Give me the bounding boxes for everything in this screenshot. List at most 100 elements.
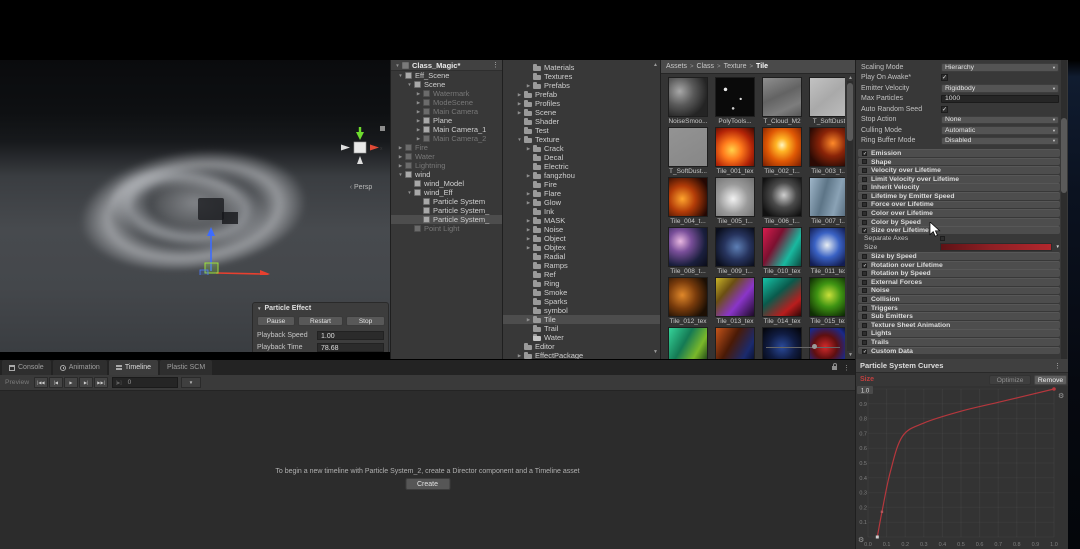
expand-arrow-icon[interactable]: ▶	[525, 198, 532, 207]
breadcrumb-item-tile[interactable]: Tile	[756, 63, 768, 70]
next-frame-button[interactable]: ▶|	[79, 377, 93, 388]
module-rotation-over-lifetime[interactable]: ✓Rotation over Lifetime	[858, 261, 1060, 269]
asset-tile-tile-008-t[interactable]: Tile_008_t...	[666, 227, 710, 275]
hierarchy-item-point-light[interactable]: Point Light	[391, 224, 502, 233]
module-checkbox[interactable]	[862, 220, 867, 225]
hierarchy-item-wind[interactable]: ▼wind	[391, 170, 502, 179]
project-folder-objtex[interactable]: ▶Objtex	[503, 243, 660, 252]
module-checkbox[interactable]	[862, 185, 867, 190]
hierarchy-item-plane[interactable]: ▶Plane	[391, 116, 502, 125]
expand-arrow-icon[interactable]: ▶	[415, 98, 422, 107]
pause-button[interactable]: Pause	[257, 316, 295, 326]
expand-arrow-icon[interactable]: ▼	[516, 135, 523, 144]
asset-tile-tile-014-tex[interactable]: Tile_014_tex	[760, 277, 804, 325]
tab-animation[interactable]: Animation	[53, 360, 107, 375]
project-folder-noise[interactable]: ▶Noise	[503, 225, 660, 234]
tab-plastic-scm[interactable]: Plastic SCM	[160, 360, 212, 375]
pfx-field-playback-time[interactable]: 78.68	[317, 343, 384, 352]
hierarchy-scene-header[interactable]: ▼ Class_Magic* ⋮	[391, 60, 502, 71]
module-rotation-by-speed[interactable]: Rotation by Speed	[858, 269, 1060, 277]
expand-arrow-icon[interactable]: ▶	[397, 161, 404, 170]
project-folder-glow[interactable]: ▶Glow	[503, 198, 660, 207]
asset-tile[interactable]	[666, 327, 710, 359]
curve-key[interactable]	[881, 511, 883, 513]
module-checkbox[interactable]	[862, 202, 867, 207]
hierarchy-item-wind-model[interactable]: wind_Model	[391, 179, 502, 188]
expand-arrow-icon[interactable]: ▶	[525, 171, 532, 180]
asset-tile-tile-009-t[interactable]: Tile_009_t...	[713, 227, 757, 275]
panel-lock-icon[interactable]	[832, 366, 837, 370]
project-folder-smoke[interactable]: Smoke	[503, 288, 660, 297]
asset-tile-tile-001-tex[interactable]: Tile_001_tex	[713, 127, 757, 175]
property-dropdown-stop-action[interactable]: None▼	[941, 116, 1059, 125]
module-texture-sheet-animation[interactable]: Texture Sheet Animation	[858, 321, 1060, 329]
property-checkbox-play-on-awake[interactable]: ✓	[941, 74, 948, 81]
module-checkbox[interactable]	[862, 314, 867, 319]
property-checkbox-auto-random-seed[interactable]: ✓	[941, 106, 948, 113]
persp-mode-label[interactable]: ‹ Persp	[334, 176, 388, 194]
expand-arrow-icon[interactable]: ▶	[525, 315, 532, 324]
project-folder-fire[interactable]: Fire	[503, 180, 660, 189]
hierarchy-item-particle-system[interactable]: Particle System_	[391, 206, 502, 215]
project-folder-textures[interactable]: Textures	[503, 72, 660, 81]
expand-arrow-icon[interactable]: ▼	[406, 188, 413, 197]
stop-button[interactable]: Stop	[346, 316, 385, 326]
module-velocity-over-lifetime[interactable]: Velocity over Lifetime	[858, 166, 1060, 174]
slider-knob[interactable]	[812, 344, 817, 349]
frame-counter-field[interactable]: [▶] 0	[112, 377, 178, 388]
asset-tile-tile-005-t[interactable]: Tile_005_t...	[713, 177, 757, 225]
module-checkbox[interactable]	[862, 306, 867, 311]
create-button[interactable]: Create	[405, 478, 450, 490]
asset-tile-tile-010-tex[interactable]: Tile_010_tex	[760, 227, 804, 275]
module-checkbox[interactable]	[862, 159, 867, 164]
asset-tile-tile-011-tex[interactable]: Tile_011_tex	[807, 227, 845, 275]
project-folder-effectpackage[interactable]: ▶EffectPackage	[503, 351, 660, 359]
curve-key-start[interactable]	[876, 536, 879, 539]
scroll-up-icon[interactable]: ▲	[653, 62, 658, 68]
expand-arrow-icon[interactable]: ▶	[525, 144, 532, 153]
project-folder-ramps[interactable]: Ramps	[503, 261, 660, 270]
preview-button[interactable]: Preview	[5, 379, 29, 386]
expand-arrow-icon[interactable]: ▶	[415, 134, 422, 143]
asset-tile-tile-013-tex[interactable]: Tile_013_tex	[713, 277, 757, 325]
breadcrumb-item-assets[interactable]: Assets	[666, 63, 687, 70]
asset-tile-tile-012-tex[interactable]: Tile_012_tex	[666, 277, 710, 325]
asset-tile-tile-015-tex[interactable]: Tile_015_tex	[807, 277, 845, 325]
breadcrumb-item-class[interactable]: Class	[697, 63, 715, 70]
expand-arrow-icon[interactable]: ▶	[415, 125, 422, 134]
property-dropdown-ring-buffer-mode[interactable]: Disabled▼	[941, 137, 1059, 146]
module-checkbox[interactable]	[862, 211, 867, 216]
module-checkbox[interactable]	[862, 280, 867, 285]
project-folder-scene[interactable]: ▶Scene	[503, 108, 660, 117]
expand-arrow-icon[interactable]: ▶	[525, 234, 532, 243]
panel-menu-icon[interactable]: ⋮	[843, 364, 850, 372]
property-field-max-particles[interactable]: 1000	[941, 95, 1059, 104]
asset-tile[interactable]	[713, 327, 757, 359]
module-noise[interactable]: Noise	[858, 287, 1060, 295]
project-folder-flare[interactable]: ▶Flare	[503, 189, 660, 198]
expand-arrow-icon[interactable]: ▶	[415, 107, 422, 116]
asset-tile-tile-002-t[interactable]: Tile_002_t...	[760, 127, 804, 175]
module-checkbox[interactable]	[862, 254, 867, 259]
module-size-by-speed[interactable]: Size by Speed	[858, 252, 1060, 260]
project-folder-ink[interactable]: Ink	[503, 207, 660, 216]
expand-arrow-icon[interactable]: ▶	[516, 90, 523, 99]
project-folder-ring[interactable]: Ring	[503, 279, 660, 288]
hierarchy-item-particle-system[interactable]: Particle System	[391, 197, 502, 206]
hierarchy-item-watermark[interactable]: ▶Watermark	[391, 89, 502, 98]
asset-tile-t-softdust[interactable]: T_SoftDust	[807, 77, 845, 125]
remove-button[interactable]: Remove	[1034, 375, 1067, 385]
thumbnail-size-slider[interactable]	[766, 346, 840, 349]
module-lights[interactable]: Lights	[858, 329, 1060, 337]
asset-tile-polytools[interactable]: PolyTools...	[713, 77, 757, 125]
move-gizmo[interactable]	[150, 155, 280, 275]
project-folder-trail[interactable]: Trail	[503, 324, 660, 333]
curve-settings-gear-icon[interactable]: ⚙	[1058, 392, 1064, 400]
asset-tile[interactable]	[760, 327, 804, 359]
expand-arrow-icon[interactable]: ▶	[525, 225, 532, 234]
module-external-forces[interactable]: External Forces	[858, 278, 1060, 286]
module-shape[interactable]: Shape	[858, 158, 1060, 166]
project-folder-crack[interactable]: ▶Crack	[503, 144, 660, 153]
expand-arrow-icon[interactable]: ▶	[516, 351, 523, 359]
hierarchy-item-main-camera-1[interactable]: ▶Main Camera_1	[391, 125, 502, 134]
